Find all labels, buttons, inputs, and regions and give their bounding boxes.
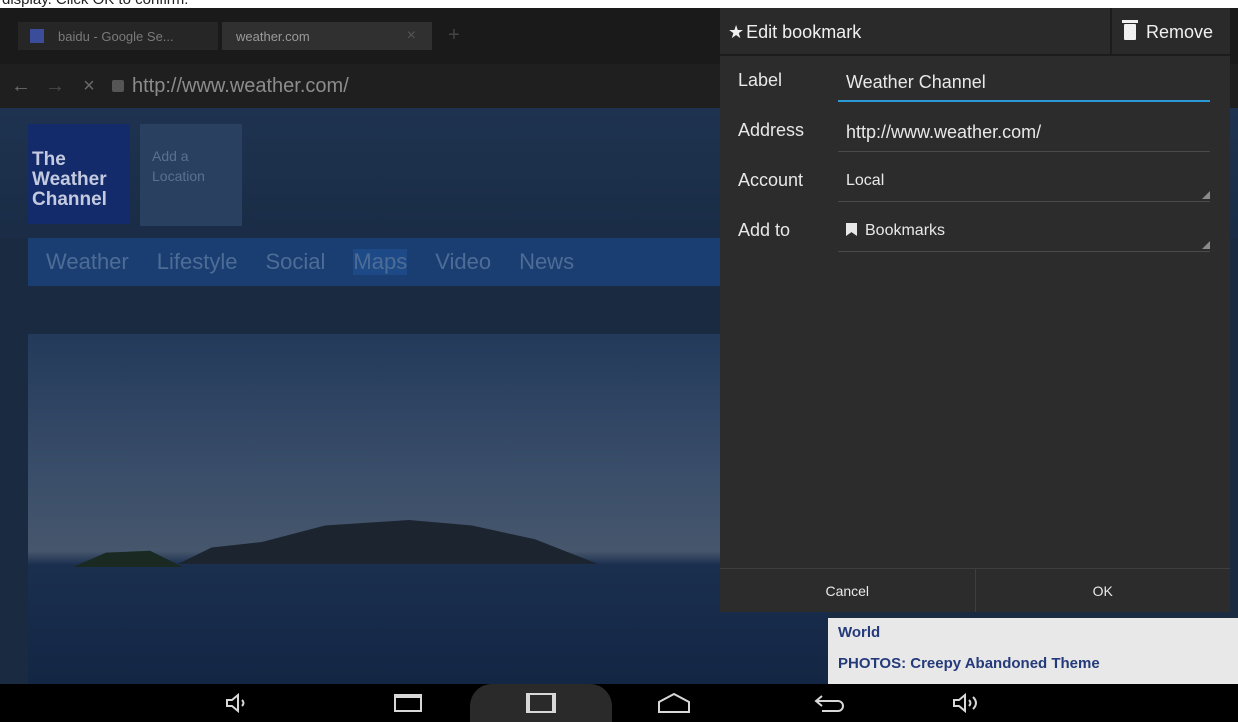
weather-channel-logo[interactable]: The Weather Channel	[28, 124, 130, 224]
dialog-header: ★ Edit bookmark Remove	[720, 8, 1230, 56]
menu-item-social[interactable]: Social	[265, 249, 325, 275]
tab-label: baidu - Google Se...	[58, 28, 174, 44]
small-island-shape	[73, 550, 183, 567]
account-field-label: Account	[738, 170, 804, 190]
dialog-footer: Cancel OK	[720, 568, 1230, 612]
url-input[interactable]: http://www.weather.com/	[132, 75, 349, 98]
add-location-label: Add a Location	[152, 148, 205, 184]
caption-text: display. Click OK to confirm.	[0, 0, 1238, 8]
volume-up-icon[interactable]	[936, 684, 996, 722]
screenshot-icon[interactable]	[511, 684, 571, 722]
dialog-title-text: Edit bookmark	[746, 22, 862, 42]
tab-label: weather.com	[236, 28, 310, 44]
tablet-screen: baidu - Google Se... weather.com × + ← →…	[0, 8, 1238, 684]
add-to-row: Add to Bookmarks	[720, 206, 1230, 258]
recents-icon[interactable]	[378, 684, 438, 722]
link-world[interactable]: World	[838, 624, 1238, 641]
cancel-button[interactable]: Cancel	[720, 569, 975, 612]
add-to-select[interactable]: Bookmarks	[838, 216, 1210, 252]
remove-button[interactable]: Remove	[1110, 8, 1230, 56]
tab-weather[interactable]: weather.com ×	[222, 22, 432, 50]
account-row: Account Local	[720, 156, 1230, 208]
menu-item-weather[interactable]: Weather	[46, 249, 129, 275]
dialog-title: ★ Edit bookmark	[728, 22, 861, 43]
add-to-field-label: Add to	[738, 220, 791, 240]
dropdown-arrow-icon	[1202, 241, 1210, 249]
menu-item-lifestyle[interactable]: Lifestyle	[157, 249, 238, 275]
forward-arrow-icon[interactable]: →	[42, 75, 68, 98]
label-field-label: Label	[738, 70, 783, 90]
link-photos[interactable]: PHOTOS: Creepy Abandoned Theme	[838, 655, 1238, 672]
menu-item-maps[interactable]: Maps	[353, 249, 408, 275]
home-icon[interactable]	[644, 684, 704, 722]
new-tab-button[interactable]: +	[440, 22, 468, 50]
menu-item-news[interactable]: News	[519, 249, 574, 275]
address-row: Address http://www.weather.com/	[720, 106, 1230, 158]
back-icon[interactable]	[800, 684, 860, 722]
star-icon: ★	[728, 22, 745, 42]
hero-image[interactable]	[28, 334, 828, 684]
add-to-value: Bookmarks	[865, 222, 946, 239]
account-value: Local	[846, 172, 885, 189]
tab-baidu[interactable]: baidu - Google Se...	[18, 22, 218, 50]
site-menu: Weather Lifestyle Social Maps Video News	[28, 238, 728, 286]
label-row: Label Weather Channel	[720, 56, 1230, 108]
stop-icon[interactable]: ×	[76, 75, 102, 98]
add-location-tile[interactable]: Add a Location	[140, 124, 242, 226]
menu-item-video[interactable]: Video	[435, 249, 491, 275]
ok-button[interactable]: OK	[974, 569, 1231, 612]
dropdown-arrow-icon	[1202, 191, 1210, 199]
baidu-favicon-icon	[30, 29, 44, 43]
close-tab-icon[interactable]: ×	[407, 27, 416, 45]
address-input[interactable]: http://www.weather.com/	[838, 116, 1210, 152]
bookmark-icon	[846, 223, 857, 236]
account-select[interactable]: Local	[838, 166, 1210, 202]
system-navigation-bar	[0, 684, 1238, 722]
site-favicon-icon	[112, 80, 124, 92]
label-input[interactable]: Weather Channel	[838, 66, 1210, 102]
address-field-label: Address	[738, 120, 805, 140]
side-links: World PHOTOS: Creepy Abandoned Theme	[828, 618, 1238, 684]
trash-icon	[1122, 20, 1138, 40]
volume-down-icon[interactable]	[206, 684, 266, 722]
remove-label: Remove	[1146, 21, 1214, 42]
edit-bookmark-dialog: ★ Edit bookmark Remove Label Weather Cha…	[720, 8, 1230, 612]
island-shape	[178, 520, 598, 564]
back-arrow-icon[interactable]: ←	[8, 75, 34, 98]
